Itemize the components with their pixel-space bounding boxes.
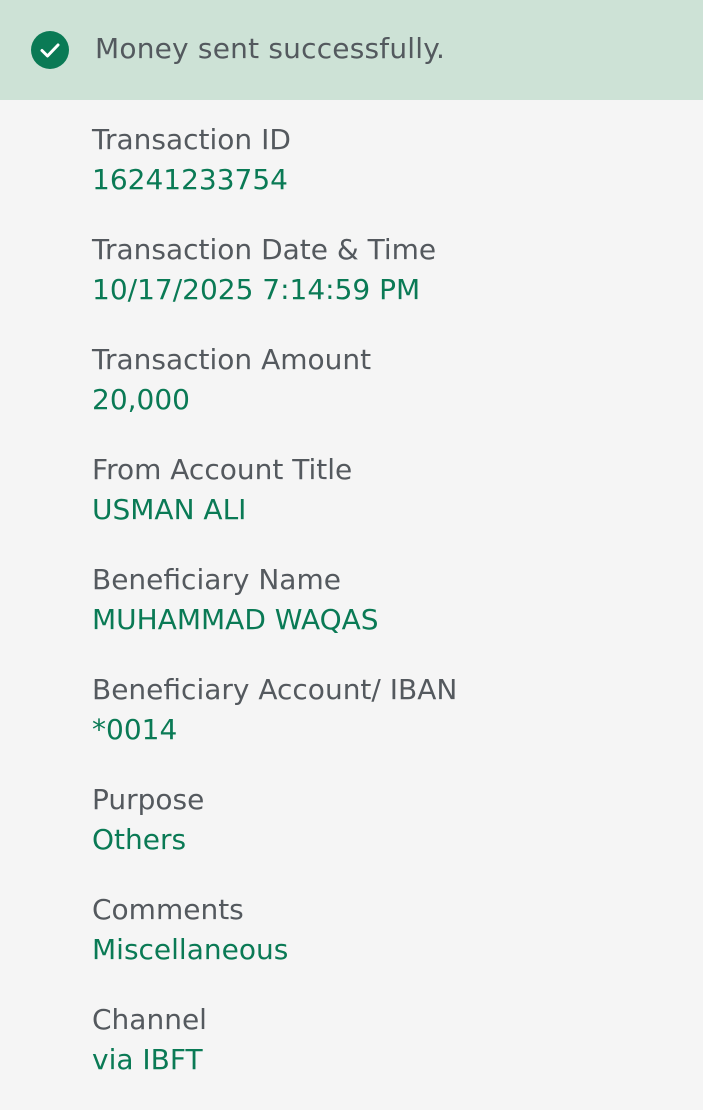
- beneficiary-name-field: Beneficiary Name MUHAMMAD WAQAS: [92, 560, 682, 670]
- check-circle-icon: [31, 31, 69, 69]
- date-time-field: Transaction Date & Time 10/17/2025 7:14:…: [92, 230, 682, 340]
- transaction-details: Transaction ID 16241233754 Transaction D…: [92, 120, 682, 1110]
- transaction-id-value: 16241233754: [92, 163, 288, 196]
- beneficiary-account-field: Beneficiary Account/ IBAN *0014: [92, 670, 682, 780]
- beneficiary-name-label: Beneficiary Name: [92, 563, 341, 596]
- channel-field: Channel via IBFT: [92, 1000, 682, 1110]
- comments-value: Miscellaneous: [92, 933, 289, 966]
- comments-label: Comments: [92, 893, 244, 926]
- channel-value: via IBFT: [92, 1043, 203, 1076]
- amount-field: Transaction Amount 20,000: [92, 340, 682, 450]
- purpose-field: Purpose Others: [92, 780, 682, 890]
- transaction-id-label: Transaction ID: [92, 123, 291, 156]
- amount-value: 20,000: [92, 383, 190, 416]
- purpose-label: Purpose: [92, 783, 205, 816]
- amount-label: Transaction Amount: [92, 343, 372, 376]
- purpose-value: Others: [92, 823, 187, 856]
- transaction-id-field: Transaction ID 16241233754: [92, 120, 682, 230]
- from-account-label: From Account Title: [92, 453, 353, 486]
- beneficiary-account-label: Beneficiary Account/ IBAN: [92, 673, 458, 706]
- beneficiary-name-value: MUHAMMAD WAQAS: [92, 603, 379, 636]
- from-account-field: From Account Title USMAN ALI: [92, 450, 682, 560]
- success-message: Money sent successfully.: [95, 32, 446, 65]
- date-time-label: Transaction Date & Time: [92, 233, 437, 266]
- comments-field: Comments Miscellaneous: [92, 890, 682, 1000]
- from-account-value: USMAN ALI: [92, 493, 247, 526]
- success-banner: Money sent successfully.: [0, 0, 703, 100]
- date-time-value: 10/17/2025 7:14:59 PM: [92, 273, 421, 306]
- beneficiary-account-value: *0014: [92, 713, 178, 746]
- channel-label: Channel: [92, 1003, 207, 1036]
